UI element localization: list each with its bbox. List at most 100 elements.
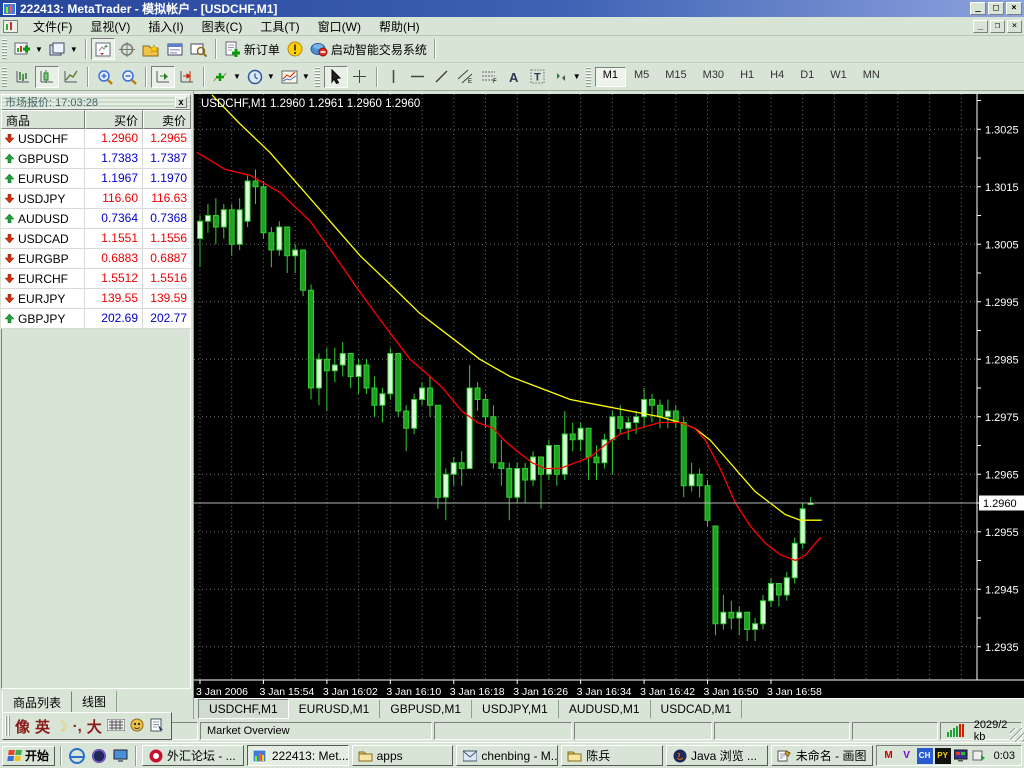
- period-button-m5[interactable]: M5: [626, 67, 657, 87]
- fibonacci-button[interactable]: F: [478, 66, 502, 88]
- column-header-ask[interactable]: 卖价: [143, 110, 191, 129]
- toolbar-gripper[interactable]: [2, 39, 7, 59]
- trendline-button[interactable]: [430, 66, 454, 88]
- taskbar-button[interactable]: 未命名 - 画图: [771, 745, 873, 766]
- table-row[interactable]: EURUSD1.19671.1970: [1, 169, 191, 189]
- maximize-button[interactable]: □: [988, 2, 1004, 15]
- ime-drag-handle[interactable]: [5, 716, 10, 736]
- ime-language-toggle[interactable]: 英: [35, 716, 50, 737]
- expert-advisor-button[interactable]: 启动智能交易系统: [307, 38, 430, 60]
- table-row[interactable]: EURCHF1.55121.5516: [1, 269, 191, 289]
- table-row[interactable]: AUDUSD0.73640.7368: [1, 209, 191, 229]
- ime-charset-toggle[interactable]: 大: [87, 716, 102, 737]
- templates-button[interactable]: ▼: [278, 66, 313, 88]
- taskbar-button[interactable]: 外汇论坛 - ...: [142, 745, 244, 766]
- auto-scroll-button[interactable]: [151, 66, 175, 88]
- text-button[interactable]: A: [502, 66, 526, 88]
- zoom-in-button[interactable]: [93, 66, 117, 88]
- start-button[interactable]: 开始: [2, 746, 55, 766]
- toolbar-gripper[interactable]: [315, 67, 320, 87]
- menu-item-i[interactable]: 插入(I): [139, 16, 192, 37]
- chart-tab-eurusd[interactable]: EURUSD,M1: [289, 700, 381, 718]
- table-row[interactable]: GBPJPY202.69202.77: [1, 309, 191, 329]
- period-button-m30[interactable]: M30: [695, 67, 732, 87]
- menu-item-v[interactable]: 显视(V): [81, 16, 139, 37]
- ime-wordbank-icon[interactable]: [150, 718, 165, 735]
- toolbar-gripper[interactable]: [2, 67, 7, 87]
- taskbar-button[interactable]: 222413: Met...: [247, 745, 349, 766]
- menu-item-h[interactable]: 帮助(H): [370, 16, 429, 37]
- indicators-button[interactable]: ▼: [209, 66, 244, 88]
- table-row[interactable]: USDCHF1.29601.2965: [1, 129, 191, 149]
- table-row[interactable]: GBPUSD1.73831.7387: [1, 149, 191, 169]
- quicklaunch-browser-icon[interactable]: [89, 746, 108, 765]
- chart-tab-usdchf[interactable]: USDCHF,M1: [198, 699, 289, 719]
- market-watch-close-icon[interactable]: x: [175, 97, 187, 108]
- period-button-m1[interactable]: M1: [595, 67, 626, 87]
- period-button-mn[interactable]: MN: [855, 67, 888, 87]
- price-chart[interactable]: 1.30251.30151.30051.29951.29851.29751.29…: [194, 94, 1024, 698]
- ime-punctuation-toggle[interactable]: ·,: [73, 718, 82, 735]
- market-watch-tab-tick[interactable]: 线图: [72, 691, 117, 713]
- zoom-out-button[interactable]: [117, 66, 141, 88]
- menu-item-t[interactable]: 工具(T): [251, 16, 308, 37]
- ime-halfwidth-icon[interactable]: ☽: [55, 718, 68, 735]
- toolbar-gripper[interactable]: [586, 67, 591, 87]
- tray-display-icon[interactable]: [953, 748, 969, 764]
- text-label-button[interactable]: T: [526, 66, 550, 88]
- close-button[interactable]: ×: [1006, 2, 1022, 15]
- data-window-button[interactable]: [115, 38, 139, 60]
- line-chart-button[interactable]: [59, 66, 83, 88]
- chart-window-icon[interactable]: [3, 20, 18, 33]
- column-header-bid[interactable]: 买价: [85, 110, 143, 129]
- child-minimize-button[interactable]: _: [973, 20, 988, 33]
- taskbar-button[interactable]: 陈兵: [561, 745, 663, 766]
- menu-item-f[interactable]: 文件(F): [24, 16, 81, 37]
- taskbar-button[interactable]: Java 浏览 ...: [666, 745, 768, 766]
- column-header-symbol[interactable]: 商品: [1, 110, 85, 129]
- period-button-d1[interactable]: D1: [792, 67, 822, 87]
- new-order-button[interactable]: 新订单: [221, 38, 283, 60]
- channel-button[interactable]: E: [454, 66, 478, 88]
- tray-scheduler-icon[interactable]: [971, 748, 987, 764]
- taskbar-clock[interactable]: 0:03: [994, 750, 1015, 762]
- navigator-button[interactable]: [139, 38, 163, 60]
- quicklaunch-ie-icon[interactable]: [67, 746, 86, 765]
- horizontal-line-button[interactable]: [406, 66, 430, 88]
- arrows-button[interactable]: ▼: [550, 66, 584, 88]
- candlestick-chart-button[interactable]: [35, 66, 59, 88]
- ime-logo[interactable]: 像: [15, 716, 30, 737]
- resize-grip[interactable]: [1010, 728, 1024, 742]
- chart-shift-button[interactable]: [175, 66, 199, 88]
- period-button-w1[interactable]: W1: [822, 67, 855, 87]
- table-row[interactable]: USDJPY116.60116.63: [1, 189, 191, 209]
- periods-button[interactable]: ▼: [244, 66, 278, 88]
- chart-tab-usdcad[interactable]: USDCAD,M1: [651, 700, 743, 718]
- strategy-tester-button[interactable]: [187, 38, 211, 60]
- crosshair-button[interactable]: [348, 66, 372, 88]
- menu-item-w[interactable]: 窗口(W): [309, 16, 370, 37]
- chart-tab-audusd[interactable]: AUDUSD,M1: [559, 700, 651, 718]
- minimize-button[interactable]: _: [970, 2, 986, 15]
- table-row[interactable]: EURGBP0.68830.6887: [1, 249, 191, 269]
- chart-tab-usdjpy[interactable]: USDJPY,M1: [472, 700, 559, 718]
- period-button-h1[interactable]: H1: [732, 67, 762, 87]
- tray-language-icon[interactable]: CH: [917, 748, 933, 764]
- tray-ime-icon[interactable]: PY: [935, 748, 951, 764]
- child-close-button[interactable]: ×: [1007, 20, 1022, 33]
- chart-tab-gbpusd[interactable]: GBPUSD,M1: [380, 700, 472, 718]
- period-button-m15[interactable]: M15: [657, 67, 694, 87]
- period-button-h4[interactable]: H4: [762, 67, 792, 87]
- tray-icon-v[interactable]: V: [899, 748, 915, 764]
- terminal-button[interactable]: [163, 38, 187, 60]
- taskbar-button[interactable]: apps: [352, 745, 454, 766]
- child-restore-button[interactable]: ❐: [990, 20, 1005, 33]
- new-chart-button[interactable]: ▼: [11, 38, 46, 60]
- quicklaunch-desktop-icon[interactable]: [111, 746, 130, 765]
- ime-toolbar[interactable]: 像 英 ☽ ·, 大: [2, 712, 172, 740]
- cursor-button[interactable]: [324, 66, 348, 88]
- profiles-button[interactable]: ▼: [46, 38, 81, 60]
- ime-tools-icon[interactable]: [130, 718, 145, 735]
- table-row[interactable]: EURJPY139.55139.59: [1, 289, 191, 309]
- market-watch-button[interactable]: [91, 38, 115, 60]
